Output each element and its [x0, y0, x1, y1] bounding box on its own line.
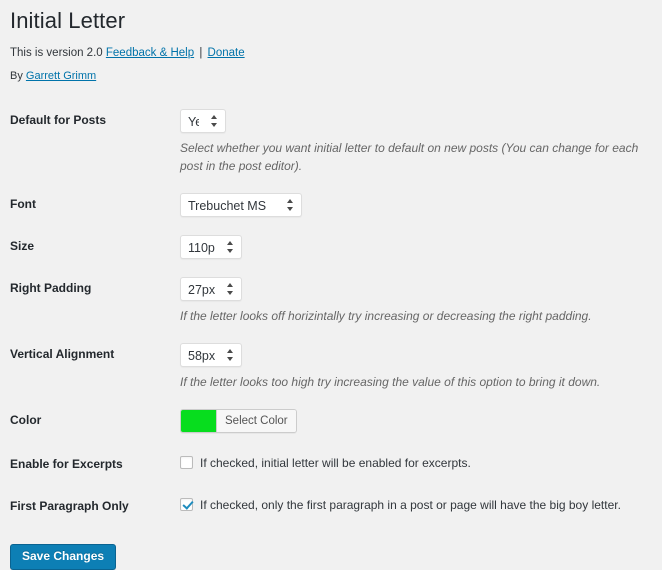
size-select-wrap: 110px: [180, 235, 242, 260]
row-size: Size 110px: [10, 226, 652, 268]
enable-for-excerpts-row: If checked, initial letter will be enabl…: [180, 453, 642, 470]
settings-form-table: Default for Posts Yes Select whether you…: [10, 100, 652, 527]
vertical-alignment-description: If the letter looks too high try increas…: [180, 375, 601, 390]
right-padding-select-wrap: 27px: [180, 277, 242, 302]
label-vertical-alignment: Vertical Alignment: [10, 347, 115, 362]
right-padding-select[interactable]: 27px: [180, 277, 242, 302]
first-paragraph-only-checkbox[interactable]: [180, 497, 193, 511]
label-size: Size: [10, 239, 35, 254]
label-right-padding: Right Padding: [10, 281, 92, 296]
cell-right-padding: 27px If the letter looks off horizintall…: [180, 268, 652, 334]
cell-font: Trebuchet MS: [180, 184, 652, 226]
color-picker[interactable]: Select Color: [180, 409, 297, 434]
cell-vertical-alignment: 58px If the letter looks too high try in…: [180, 334, 652, 400]
author-byline: By Garrett Grimm: [10, 61, 652, 84]
font-select[interactable]: Trebuchet MS: [180, 193, 302, 218]
size-select[interactable]: 110px: [180, 235, 242, 260]
submit-area: Save Changes: [10, 527, 652, 570]
by-prefix: By: [10, 69, 23, 82]
cell-enable-for-excerpts: If checked, initial letter will be enabl…: [180, 444, 652, 486]
first-paragraph-only-row: If checked, only the first paragraph in …: [180, 495, 642, 512]
author-link[interactable]: Garrett Grimm: [26, 70, 96, 82]
label-first-paragraph-only: First Paragraph Only: [10, 498, 129, 513]
save-changes-button[interactable]: Save Changes: [10, 544, 117, 570]
version-line: This is version 2.0 Feedback & Help | Do…: [10, 40, 652, 61]
first-paragraph-only-description: If checked, only the first paragraph in …: [200, 497, 621, 512]
default-for-posts-select[interactable]: Yes: [180, 109, 226, 134]
label-font: Font: [10, 197, 36, 212]
vertical-alignment-select[interactable]: 58px: [180, 343, 242, 368]
row-font: Font Trebuchet MS: [10, 184, 652, 226]
row-default-for-posts: Default for Posts Yes Select whether you…: [10, 100, 652, 184]
settings-page: Initial Letter This is version 2.0 Feedb…: [0, 0, 662, 570]
version-text: This is version 2.0: [10, 46, 103, 59]
select-color-button[interactable]: Select Color: [217, 410, 296, 433]
row-enable-for-excerpts: Enable for Excerpts If checked, initial …: [10, 444, 652, 486]
feedback-help-link[interactable]: Feedback & Help: [106, 47, 194, 59]
cell-size: 110px: [180, 226, 652, 268]
enable-for-excerpts-description: If checked, initial letter will be enabl…: [200, 456, 471, 471]
label-default-for-posts: Default for Posts: [10, 113, 107, 128]
row-first-paragraph-only: First Paragraph Only If checked, only th…: [10, 486, 652, 528]
cell-first-paragraph-only: If checked, only the first paragraph in …: [180, 486, 652, 528]
label-color: Color: [10, 413, 42, 428]
page-title: Initial Letter: [10, 8, 126, 33]
enable-for-excerpts-checkbox[interactable]: [180, 456, 193, 470]
label-enable-for-excerpts: Enable for Excerpts: [10, 457, 123, 472]
color-swatch[interactable]: [181, 410, 217, 433]
cell-color: Select Color: [180, 400, 652, 444]
donate-link[interactable]: Donate: [208, 47, 245, 59]
vertical-alignment-select-wrap: 58px: [180, 343, 242, 368]
default-for-posts-description: Select whether you want initial letter t…: [180, 141, 639, 174]
link-separator: |: [199, 46, 203, 59]
row-right-padding: Right Padding 27px If the letter looks o…: [10, 268, 652, 334]
right-padding-description: If the letter looks off horizintally try…: [180, 309, 592, 324]
cell-default-for-posts: Yes Select whether you want initial lett…: [180, 100, 652, 184]
font-select-wrap: Trebuchet MS: [180, 193, 302, 218]
row-vertical-alignment: Vertical Alignment 58px If the letter lo…: [10, 334, 652, 400]
row-color: Color Select Color: [10, 400, 652, 444]
default-for-posts-select-wrap: Yes: [180, 109, 226, 134]
